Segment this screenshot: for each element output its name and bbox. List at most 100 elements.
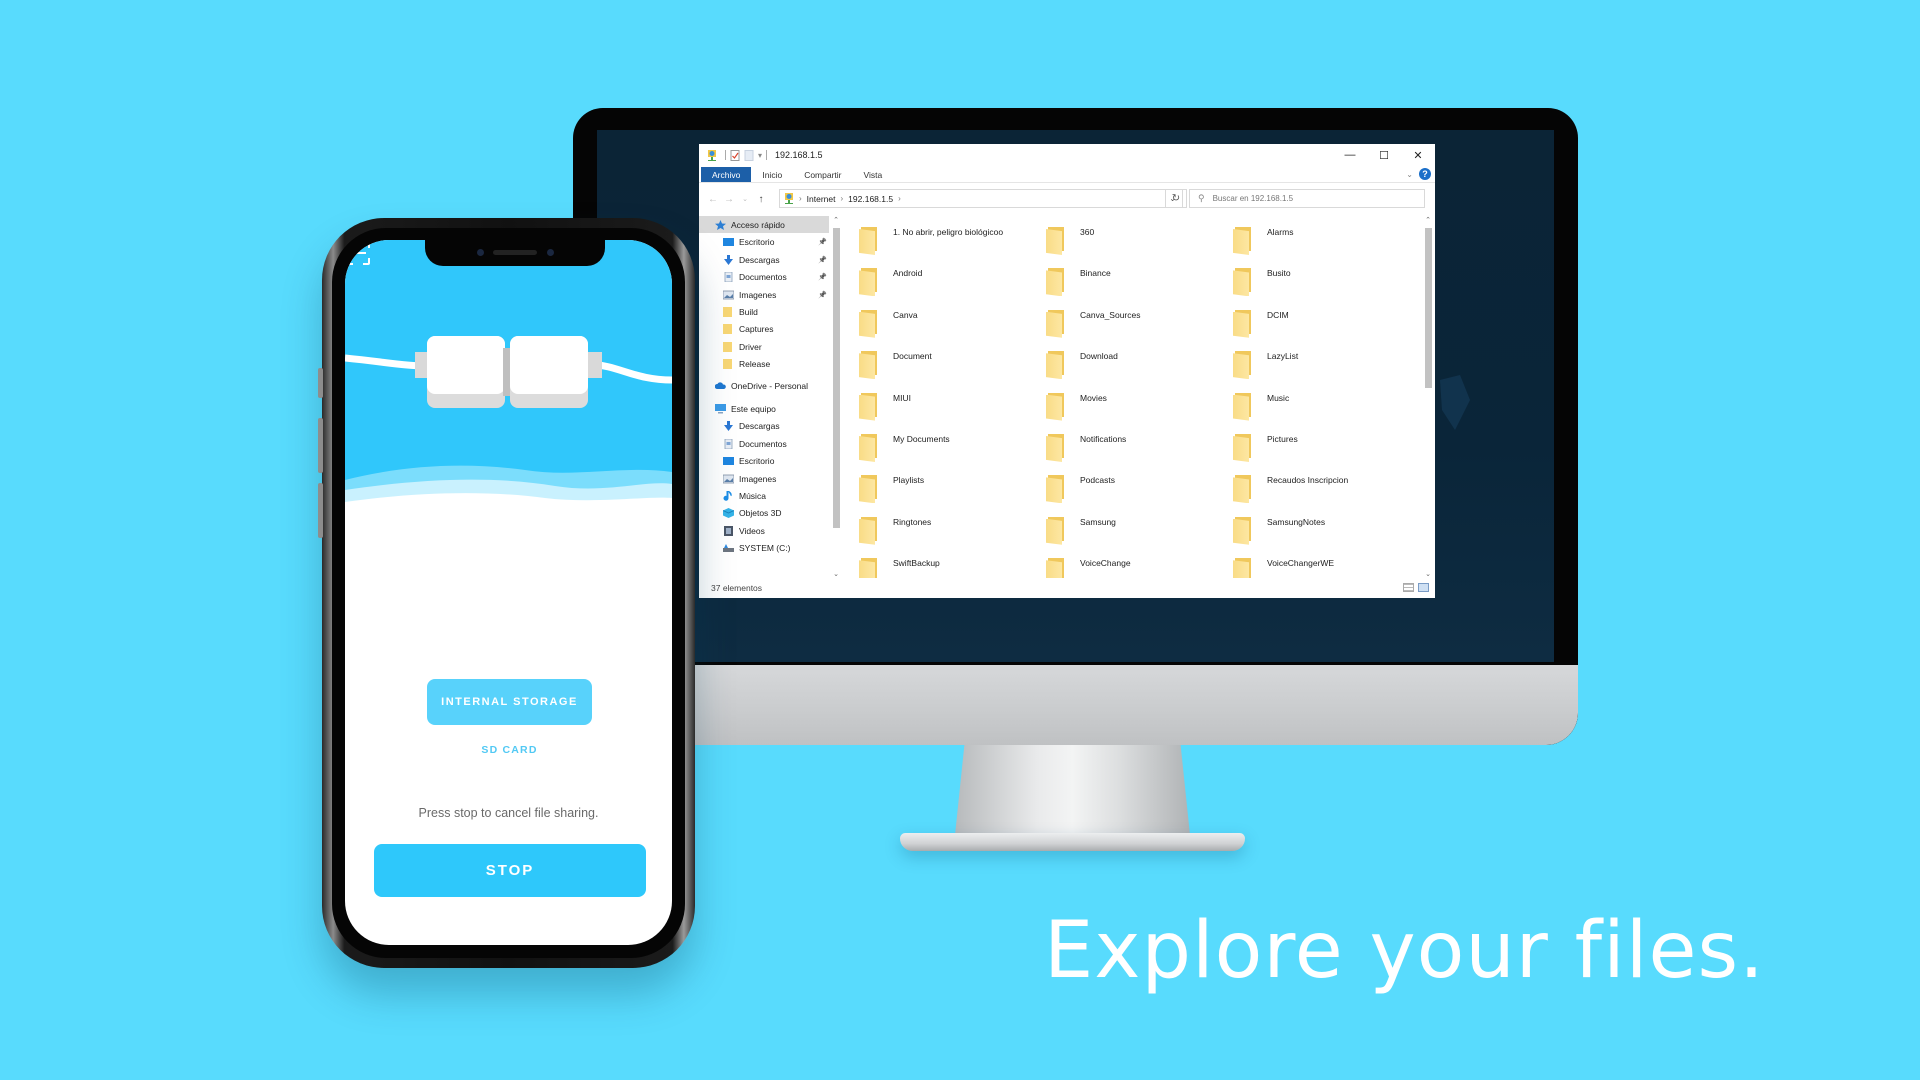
nav-item[interactable]: Documentos 📌 <box>699 268 829 285</box>
refresh-button[interactable]: ↻ <box>1165 189 1187 208</box>
nav-item[interactable]: Escritorio <box>699 452 829 469</box>
folder-item[interactable]: Podcasts <box>1046 473 1226 513</box>
sd-card-button[interactable]: SD CARD <box>427 738 592 762</box>
navigation-pane: ⌃ ⌄ Acceso rápido Escritorio 📌 Descargas 📌 Do… <box>699 216 842 578</box>
nav-item[interactable]: Descargas 📌 <box>699 251 829 268</box>
nav-item[interactable]: Driver <box>699 338 829 355</box>
properties-icon[interactable] <box>730 149 740 161</box>
internal-storage-button[interactable]: INTERNAL STORAGE <box>427 679 592 725</box>
folder-item[interactable]: Canva_Sources <box>1046 308 1226 348</box>
nav-item[interactable]: Descargas <box>699 417 829 434</box>
folder-item[interactable]: Notifications <box>1046 432 1226 472</box>
nav-item[interactable]: Documentos <box>699 435 829 452</box>
content-scrollbar[interactable]: ⌃ ⌄ <box>1422 216 1434 578</box>
scroll-down-icon[interactable]: ⌄ <box>1422 570 1434 578</box>
folder-item[interactable]: VoiceChange <box>1046 556 1226 578</box>
scrollbar-thumb[interactable] <box>833 228 840 528</box>
nav-item[interactable]: Captures <box>699 320 829 337</box>
nav-item[interactable]: Imagenes <box>699 470 829 487</box>
nav-item[interactable]: Videos <box>699 522 829 539</box>
title-bar: ▾ 192.168.1.5 — ☐ ✕ <box>699 144 1435 166</box>
folder-item[interactable]: Download <box>1046 349 1226 389</box>
folder-item[interactable]: Samsung <box>1046 515 1226 555</box>
nav-item[interactable]: OneDrive - Personal <box>699 377 829 394</box>
help-icon[interactable]: ? <box>1419 168 1431 180</box>
nav-item[interactable]: Escritorio 📌 <box>699 233 829 250</box>
folder-item[interactable]: Busito <box>1233 266 1413 306</box>
address-bar[interactable]: › Internet › 192.168.1.5 › ⌄ <box>779 189 1183 208</box>
folder-item[interactable]: Playlists <box>859 473 1039 513</box>
qr-scan-icon[interactable] <box>345 240 371 266</box>
nav-pane-scrollbar[interactable]: ⌃ ⌄ <box>830 216 842 578</box>
nav-item[interactable]: Imagenes 📌 <box>699 286 829 303</box>
customize-quick-access-icon[interactable]: ▾ <box>758 151 762 160</box>
nav-item[interactable]: Música <box>699 487 829 504</box>
folder-item[interactable]: Movies <box>1046 391 1226 431</box>
folder-item[interactable]: DCIM <box>1233 308 1413 348</box>
stop-hint-text: Press stop to cancel file sharing. <box>418 806 599 820</box>
close-button[interactable]: ✕ <box>1401 144 1435 166</box>
status-bar: 37 elementos <box>699 578 1435 598</box>
forward-arrow-icon[interactable]: → <box>721 194 737 205</box>
tab-vista[interactable]: Vista <box>853 167 894 182</box>
tab-inicio[interactable]: Inicio <box>751 167 793 182</box>
folder-name: Music <box>1267 392 1290 403</box>
breadcrumb-ip[interactable]: 192.168.1.5 <box>848 194 893 204</box>
pin-icon: 📌 <box>818 256 827 264</box>
folder-name: VoiceChangerWE <box>1267 558 1335 569</box>
ribbon-tabs: Archivo Inicio Compartir Vista <box>699 167 1435 183</box>
folder-item[interactable]: Document <box>859 349 1039 389</box>
folder-item[interactable]: Binance <box>1046 266 1226 306</box>
scroll-down-icon[interactable]: ⌄ <box>830 570 842 578</box>
back-arrow-icon[interactable]: ← <box>705 194 721 205</box>
nav-item[interactable]: Objetos 3D <box>699 504 829 521</box>
image-icon <box>722 290 735 300</box>
desktop-icon <box>723 237 734 247</box>
nav-item[interactable]: Release <box>699 355 829 372</box>
folder-icon <box>859 558 877 578</box>
breadcrumb-internet[interactable]: Internet <box>807 194 836 204</box>
folder-item[interactable]: SwiftBackup <box>859 556 1039 578</box>
recent-locations-chevron-icon[interactable]: ⌄ <box>737 195 753 203</box>
folder-item[interactable]: Canva <box>859 308 1039 348</box>
folder-icon <box>1233 351 1251 380</box>
folder-item[interactable]: Android <box>859 266 1039 306</box>
folder-item[interactable]: SamsungNotes <box>1233 515 1413 555</box>
nav-item[interactable]: SYSTEM (C:) <box>699 539 829 556</box>
stop-button[interactable]: STOP <box>374 844 646 897</box>
folder-item[interactable]: Ringtones <box>859 515 1039 555</box>
large-icons-view-icon[interactable] <box>1418 583 1429 592</box>
folder-name: 360 <box>1080 227 1095 237</box>
folder-item[interactable]: Alarms <box>1233 225 1413 265</box>
scroll-up-icon[interactable]: ⌃ <box>1422 216 1434 224</box>
folder-item[interactable]: MIUI <box>859 391 1039 431</box>
folder-icon <box>1046 268 1064 297</box>
expand-ribbon-icon[interactable]: ⌄ <box>1406 170 1413 179</box>
tab-compartir[interactable]: Compartir <box>793 167 852 182</box>
nav-item[interactable]: Este equipo <box>699 400 829 417</box>
minimize-button[interactable]: — <box>1333 144 1367 166</box>
folder-name: Podcasts <box>1080 475 1115 486</box>
folder-item[interactable]: Recaudos Inscripcion <box>1233 473 1413 513</box>
folder-item[interactable]: Pictures <box>1233 432 1413 472</box>
folder-item[interactable]: VoiceChangerWE <box>1233 556 1413 578</box>
window-title: 192.168.1.5 <box>775 150 823 160</box>
folder-item[interactable]: Music <box>1233 391 1413 431</box>
nav-item-label: SYSTEM (C:) <box>739 542 791 553</box>
up-arrow-icon[interactable]: ↑ <box>753 194 769 205</box>
folder-item[interactable]: 360 <box>1046 225 1226 265</box>
new-folder-icon[interactable] <box>744 149 754 161</box>
search-input[interactable]: ⚲ Buscar en 192.168.1.5 <box>1189 189 1425 208</box>
search-placeholder: Buscar en 192.168.1.5 <box>1212 194 1294 203</box>
folder-item[interactable]: 1. No abrir, peligro biológicoo <box>859 225 1039 265</box>
folder-name: Samsung <box>1080 516 1116 527</box>
nav-item[interactable]: Build <box>699 303 829 320</box>
tab-archivo[interactable]: Archivo <box>701 167 752 182</box>
details-view-icon[interactable] <box>1403 583 1414 592</box>
folder-item[interactable]: LazyList <box>1233 349 1413 389</box>
nav-item[interactable]: Acceso rápido <box>699 216 829 233</box>
scroll-up-icon[interactable]: ⌃ <box>830 216 842 224</box>
maximize-button[interactable]: ☐ <box>1367 144 1401 166</box>
folder-item[interactable]: My Documents <box>859 432 1039 472</box>
scrollbar-thumb[interactable] <box>1425 228 1432 388</box>
